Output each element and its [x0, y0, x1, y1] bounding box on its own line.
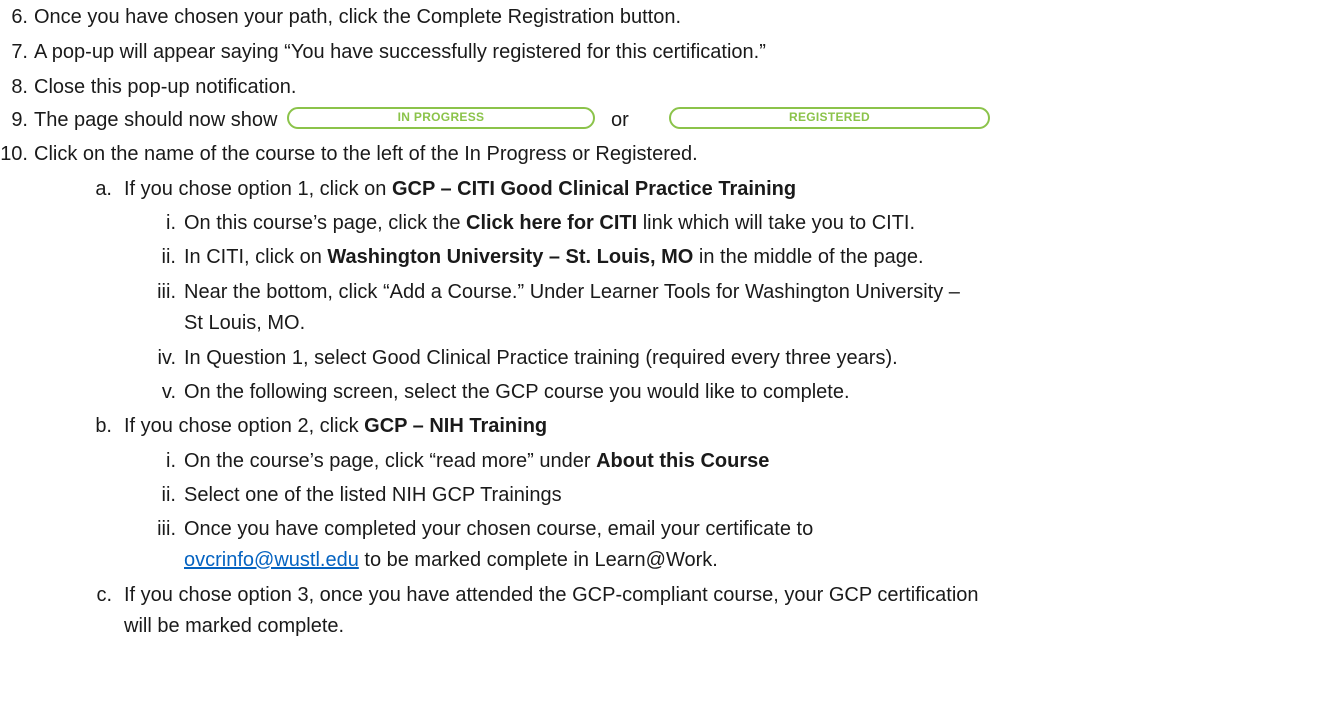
step-number: 10. [0, 143, 28, 165]
step-text: Click on the name of the course to the l… [34, 143, 698, 165]
item-number: ii. [161, 246, 176, 268]
option-text-plain: If you chose option 2, click [124, 415, 365, 437]
item-text: ovcrinfo@wustl.edu to be marked complete… [184, 546, 718, 574]
option-text: will be marked complete. [124, 615, 345, 637]
citi-link-label: Click here for CITI [466, 212, 638, 234]
step-text: A pop-up will appear saying “You have su… [34, 41, 766, 63]
course-name-nih: GCP – NIH Training [364, 415, 548, 437]
step-number: 6. [11, 6, 28, 28]
option-text: If you chose option 2, click GCP – NIH T… [124, 412, 547, 440]
in-progress-badge: IN PROGRESS [287, 107, 595, 129]
course-name-citi: GCP – CITI Good Clinical Practice Traini… [391, 178, 797, 200]
item-number: i. [166, 212, 176, 234]
item-text: On the following screen, select the GCP … [184, 381, 850, 403]
option-letter: a. [95, 178, 112, 200]
item-text: In Question 1, select Good Clinical Prac… [184, 347, 898, 369]
option-letter: b. [95, 415, 112, 437]
item-text: St Louis, MO. [184, 312, 306, 334]
registered-badge: REGISTERED [669, 107, 990, 129]
institution-name: Washington University – St. Louis, MO [327, 246, 694, 268]
step-number: 8. [11, 76, 28, 98]
step-text: Close this pop-up notification. [34, 76, 297, 98]
option-text-plain: If you chose option 1, click on [124, 178, 392, 200]
item-number: iii. [157, 518, 176, 540]
item-text: Near the bottom, click “Add a Course.” U… [184, 281, 960, 303]
item-text-plain: On the course’s page, click “read more” … [184, 450, 597, 472]
item-number: i. [166, 450, 176, 472]
option-letter: c. [96, 584, 112, 606]
about-course-label: About this Course [596, 450, 770, 472]
item-text: In CITI, click on Washington University … [184, 243, 924, 271]
option-text: If you chose option 1, click on GCP – CI… [124, 175, 796, 203]
item-text-plain: On this course’s page, click the [184, 212, 466, 234]
item-number: ii. [161, 484, 176, 506]
item-text: Select one of the listed NIH GCP Trainin… [184, 484, 562, 506]
item-text-plain: to be marked complete in Learn@Work. [358, 549, 718, 571]
option-text: If you chose option 3, once you have att… [124, 584, 979, 606]
step-number: 9. [11, 109, 28, 131]
item-number: v. [161, 381, 176, 403]
item-number: iii. [157, 281, 176, 303]
or-text: or [611, 109, 629, 131]
item-text-plain: link which will take you to CITI. [637, 212, 916, 234]
item-number: iv. [157, 347, 176, 369]
step-number: 7. [11, 41, 28, 63]
step-text: Once you have chosen your path, click th… [34, 6, 682, 28]
item-text: On the course’s page, click “read more” … [184, 447, 769, 475]
step-text: The page should now show [34, 109, 278, 131]
item-text: Once you have completed your chosen cour… [184, 518, 814, 540]
item-text: On this course’s page, click the Click h… [184, 209, 915, 237]
email-link[interactable]: ovcrinfo@wustl.edu [184, 549, 359, 571]
item-text-plain: In CITI, click on [184, 246, 328, 268]
item-text-plain: in the middle of the page. [693, 246, 924, 268]
